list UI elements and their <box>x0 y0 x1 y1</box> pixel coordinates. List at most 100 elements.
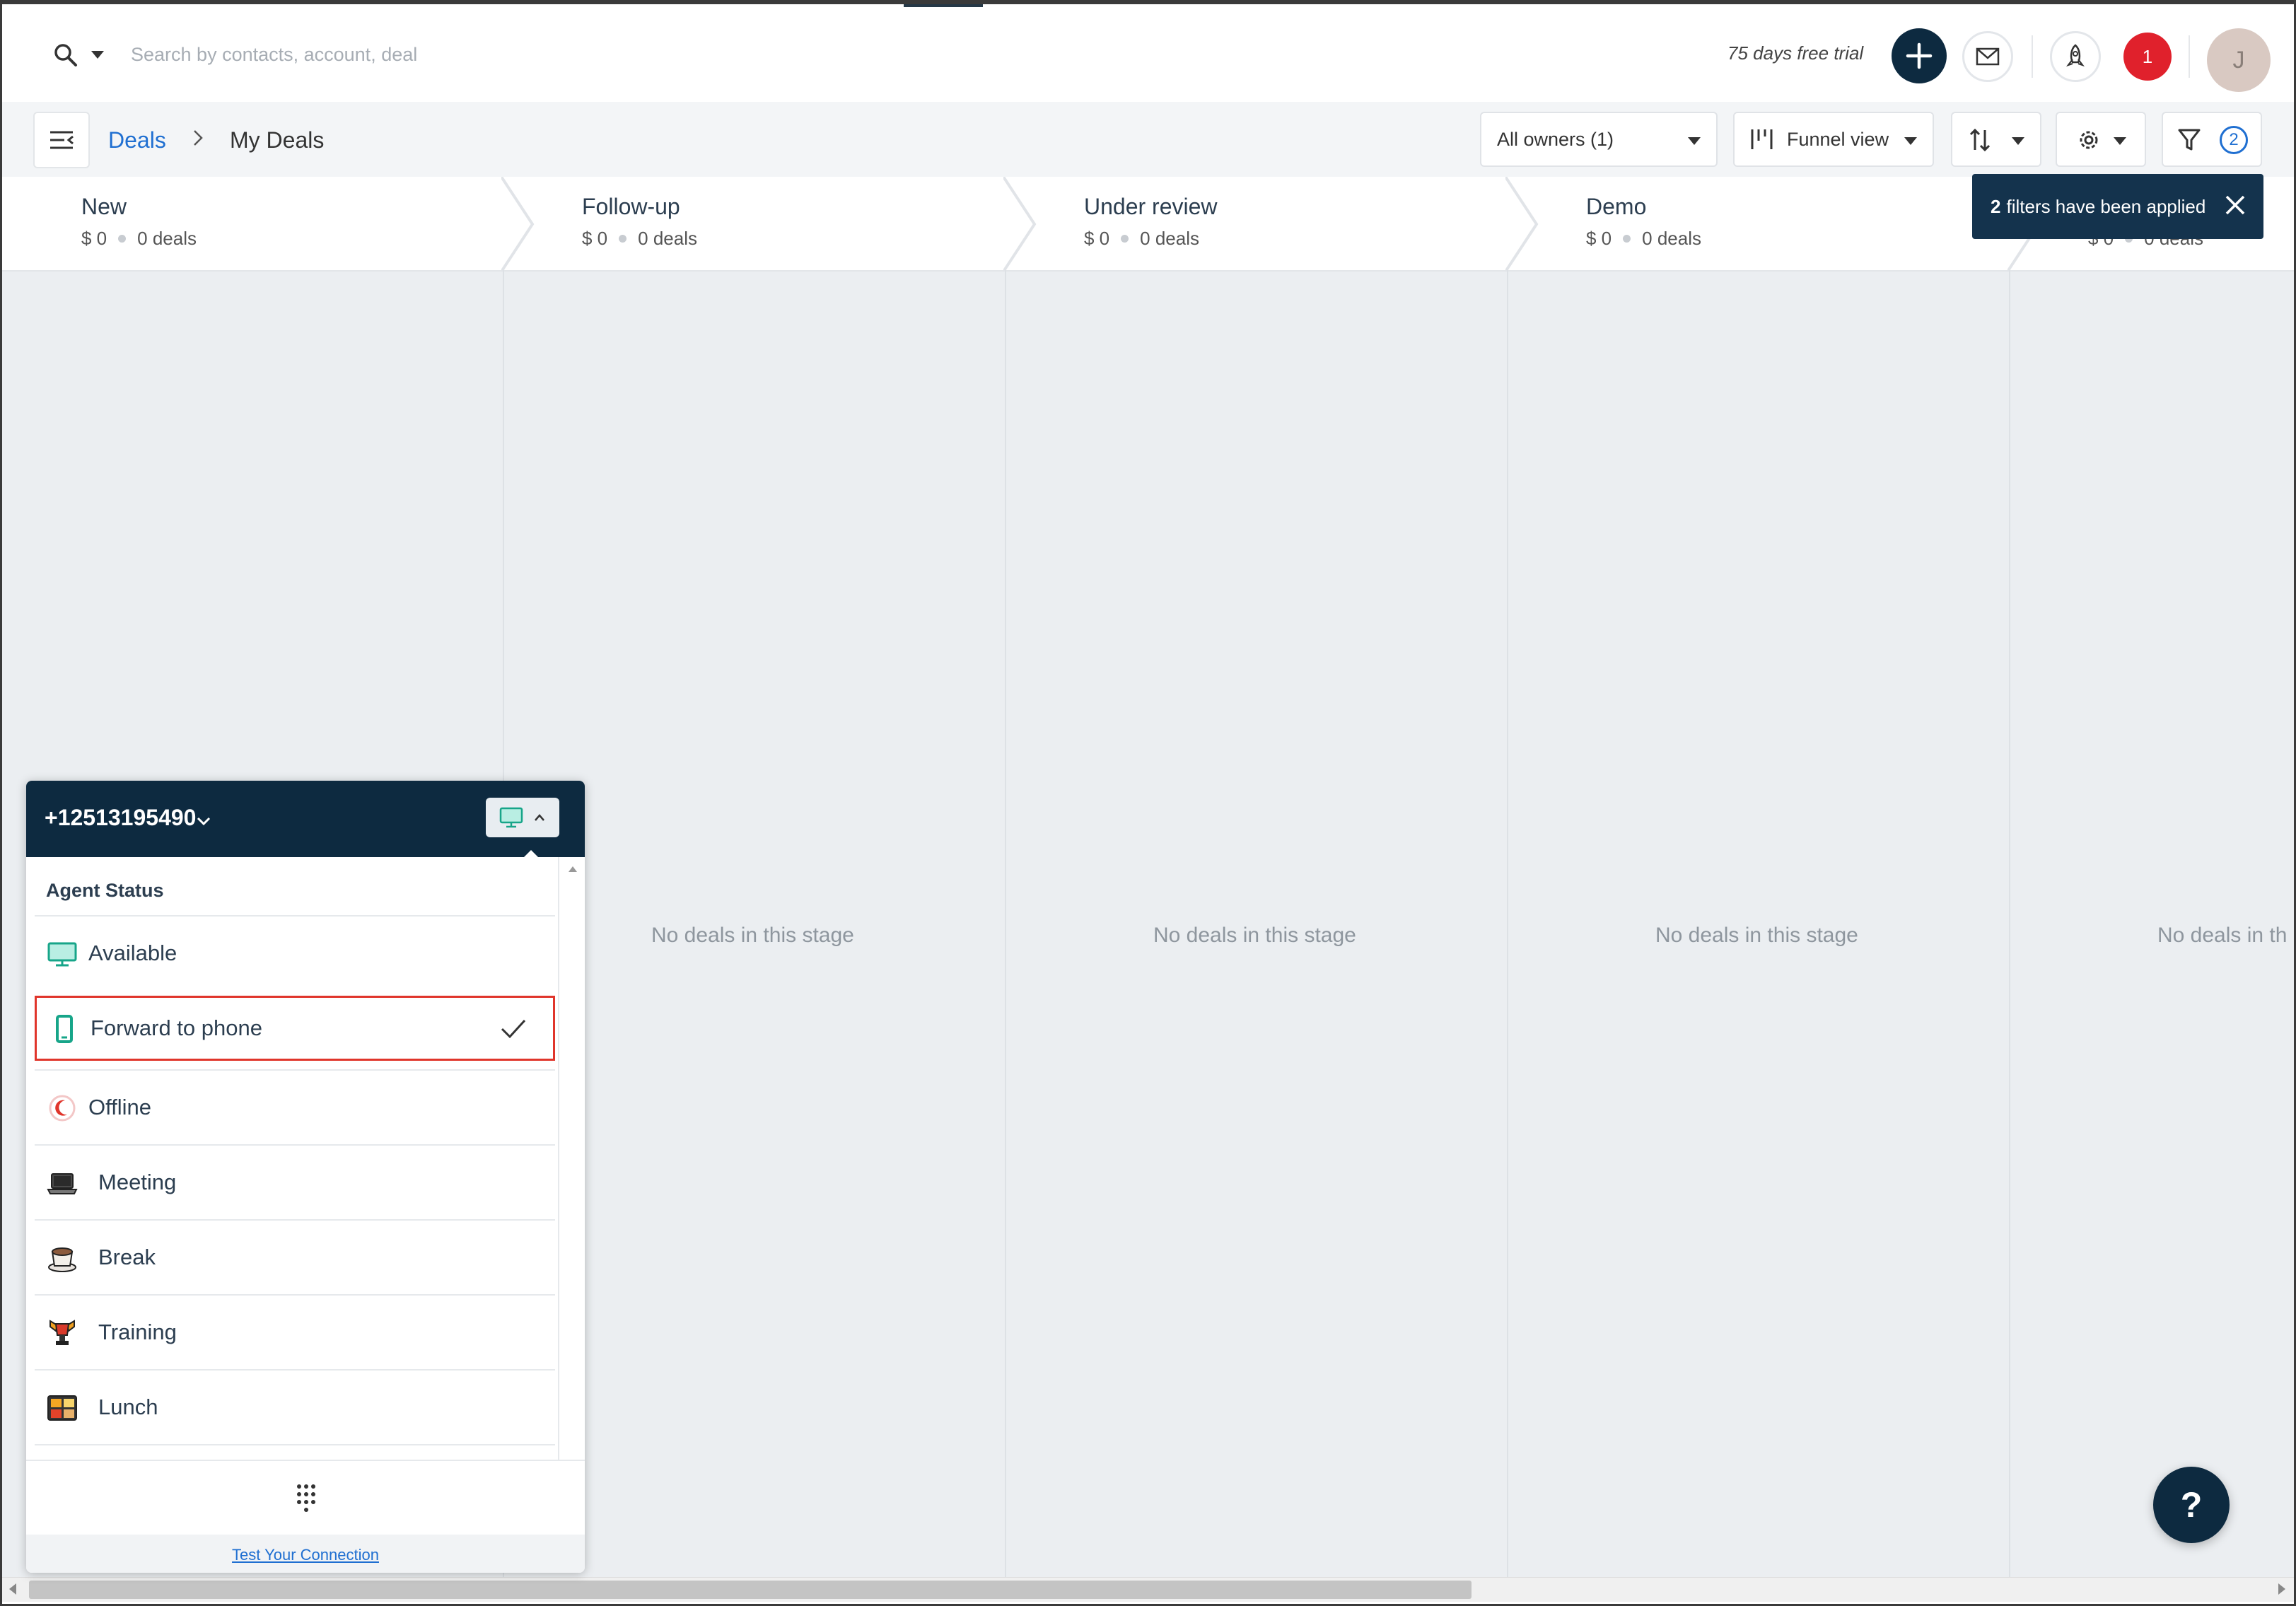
agent-status-toggle[interactable] <box>486 798 559 837</box>
deals-toolbar: Deals My Deals All owners (1) Funnel vie… <box>2 102 2294 178</box>
dialpad-icon[interactable] <box>292 1482 320 1513</box>
status-option-training[interactable]: Training <box>35 1294 555 1369</box>
rocket-icon <box>2066 44 2085 67</box>
status-label: Meeting <box>98 1170 177 1194</box>
stage-amount: $ 0 <box>582 228 608 249</box>
sort-icon <box>1969 128 1991 152</box>
search-scope-dropdown[interactable] <box>91 51 104 59</box>
caret-down-icon <box>2012 137 2024 145</box>
column-divider <box>2009 270 2010 1593</box>
empty-stage-message: No deals in th <box>2157 924 2288 947</box>
offline-moon-icon <box>49 1095 76 1122</box>
stage-deal-count: 0 deals <box>638 228 697 249</box>
bento-box-icon <box>47 1395 77 1421</box>
view-mode-select[interactable]: Funnel view <box>1733 112 1934 167</box>
toast-filter-count: 2 <box>1991 195 2001 217</box>
agent-status-heading: Agent Status <box>46 880 164 901</box>
status-list-scrollbar[interactable] <box>558 857 585 1530</box>
status-label: Offline <box>88 1095 152 1119</box>
breadcrumb-current: My Deals <box>230 127 325 153</box>
filters-applied-toast: 2 filters have been applied <box>1972 174 2263 239</box>
stage-separator <box>1505 177 1539 272</box>
status-option-forward-to-phone[interactable]: Forward to phone <box>35 996 555 1061</box>
notification-count: 1 <box>2142 45 2153 67</box>
user-avatar[interactable]: J <box>2207 28 2271 92</box>
monitor-icon <box>47 942 77 967</box>
empty-stage-message: No deals in this stage <box>1153 924 1356 947</box>
email-button[interactable] <box>1962 31 2013 82</box>
app-window: 75 days free trial 1 J Deals My Deals Al… <box>0 0 2296 1606</box>
scroll-up-arrow[interactable] <box>568 866 578 873</box>
close-icon[interactable] <box>2222 192 2248 218</box>
trophy-icon <box>49 1320 75 1345</box>
horizontal-scrollbar[interactable] <box>2 1577 2294 1602</box>
mobile-phone-icon <box>56 1015 73 1043</box>
stage-separator <box>1003 177 1037 272</box>
filter-button[interactable]: 2 <box>2162 112 2262 167</box>
trial-status: 75 days free trial <box>1727 42 1864 64</box>
gear-icon <box>2080 131 2098 149</box>
stage-deal-count: 0 deals <box>1642 228 1701 249</box>
stage-summary: $ 0 0 deals <box>1084 228 1199 250</box>
getting-started-button[interactable] <box>2050 31 2101 82</box>
search-icon[interactable] <box>52 41 80 69</box>
stage-summary: $ 0 0 deals <box>1586 228 1701 250</box>
stage-deal-count: 0 deals <box>137 228 197 249</box>
coffee-cup-icon <box>48 1247 76 1272</box>
monitor-icon <box>499 807 523 828</box>
help-label: ? <box>2180 1485 2203 1525</box>
stage-amount: $ 0 <box>1586 228 1612 249</box>
help-button[interactable]: ? <box>2153 1467 2230 1543</box>
phone-dialer-widget: +12513195490 Agent Status Available Forw… <box>26 781 585 1573</box>
toolbar-divider <box>2032 35 2033 78</box>
status-label: Break <box>98 1245 156 1269</box>
column-divider <box>1507 270 1508 1593</box>
board-settings-button[interactable] <box>2056 112 2146 167</box>
status-label: Training <box>98 1320 177 1344</box>
avatar-initial: J <box>2232 46 2245 74</box>
stage-amount: $ 0 <box>81 228 107 249</box>
status-option-meeting[interactable]: Meeting <box>35 1144 555 1219</box>
status-option-available[interactable]: Available <box>35 915 555 990</box>
scroll-left-arrow[interactable] <box>9 1583 16 1595</box>
chevron-down-icon[interactable] <box>194 812 213 830</box>
caller-number[interactable]: +12513195490 <box>45 805 196 831</box>
status-option-offline[interactable]: Offline <box>35 1069 555 1144</box>
test-connection-link[interactable]: Test Your Connection <box>26 1546 585 1564</box>
stage-title: Demo <box>1586 194 1647 219</box>
quick-add-button[interactable] <box>1892 28 1947 83</box>
toast-message: filters have been applied <box>2006 195 2206 217</box>
owners-select-label: All owners (1) <box>1497 128 1614 150</box>
stage-summary: $ 0 0 deals <box>81 228 197 250</box>
chevron-right-icon <box>194 130 203 146</box>
stage-header-row: New $ 0 0 deals Follow-up $ 0 0 deals Unde… <box>2 177 2294 272</box>
scroll-right-arrow[interactable] <box>2278 1583 2285 1595</box>
status-label: Forward to phone <box>91 1016 262 1040</box>
stage-deal-count: 0 deals <box>1140 228 1199 249</box>
scrollbar-thumb[interactable] <box>29 1581 1472 1599</box>
caret-down-icon <box>2114 137 2126 145</box>
stage-title: Follow-up <box>582 194 680 219</box>
owners-filter-select[interactable]: All owners (1) <box>1480 112 1718 167</box>
view-mode-label: Funnel view <box>1787 128 1889 150</box>
laptop-icon <box>47 1173 78 1194</box>
filter-funnel-icon <box>2178 129 2201 151</box>
sort-button[interactable] <box>1951 112 2041 167</box>
filter-count-badge: 2 <box>2220 126 2248 154</box>
menu-collapse-icon <box>50 131 74 149</box>
empty-stage-message: No deals in this stage <box>1655 924 1858 947</box>
chevron-up-icon <box>535 814 544 821</box>
empty-stage-message: No deals in this stage <box>651 924 854 947</box>
dialer-header: +12513195490 <box>26 781 585 857</box>
status-option-break[interactable]: Break <box>35 1219 555 1294</box>
notifications-badge[interactable]: 1 <box>2123 33 2172 81</box>
status-label: Lunch <box>98 1395 158 1419</box>
breadcrumb-deals-link[interactable]: Deals <box>108 127 166 153</box>
sidebar-toggle-button[interactable] <box>33 112 90 168</box>
search-input[interactable] <box>129 31 698 78</box>
status-option-lunch[interactable]: Lunch <box>35 1369 555 1444</box>
envelope-icon <box>1976 47 2000 66</box>
caret-down-icon <box>1688 137 1701 145</box>
funnel-view-icon <box>1751 129 1773 149</box>
toolbar-divider <box>2189 35 2190 78</box>
